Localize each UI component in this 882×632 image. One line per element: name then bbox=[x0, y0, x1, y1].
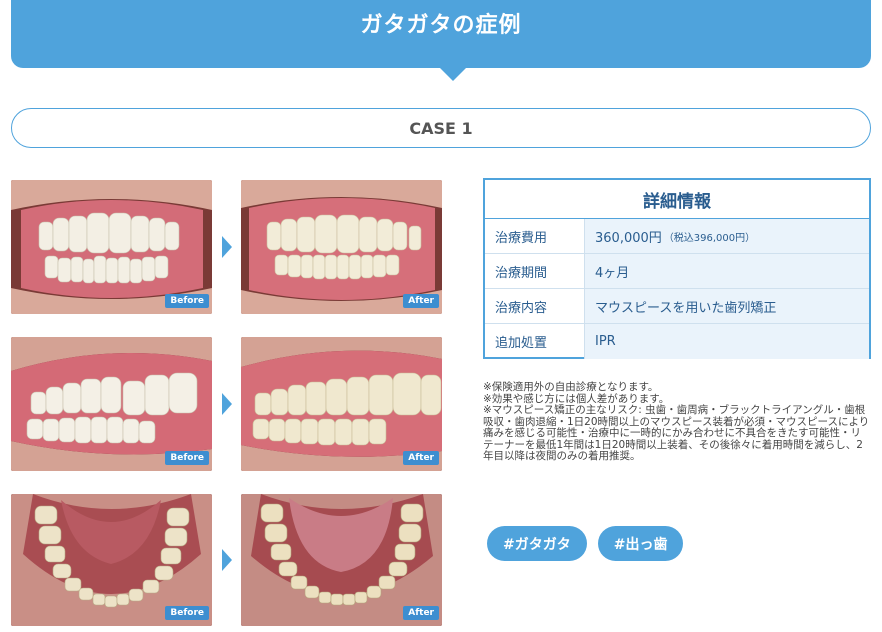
details-row-additional: 追加処置 IPR bbox=[485, 324, 869, 359]
section-title: ガタガタの症例 bbox=[360, 13, 522, 38]
disclaimer-notes: ※保険適用外の自由診療となります。 ※効果や感じ方には個人差があります。 ※マウ… bbox=[483, 381, 871, 463]
details-value: マウスピースを用いた歯列矯正 bbox=[585, 289, 869, 323]
arrow-right-icon bbox=[222, 236, 232, 258]
hashtag-gatagata[interactable]: #ガタガタ bbox=[487, 526, 587, 561]
details-value: IPR bbox=[585, 324, 869, 359]
details-title: 詳細情報 bbox=[485, 180, 869, 219]
after-badge: After bbox=[403, 294, 439, 308]
details-value: 360,000円 （税込396,000円） bbox=[585, 219, 869, 253]
details-key: 追加処置 bbox=[485, 324, 585, 359]
note-line: ※保険適用外の自由診療となります。 bbox=[483, 381, 659, 393]
details-row-content: 治療内容 マウスピースを用いた歯列矯正 bbox=[485, 289, 869, 324]
before-badge: Before bbox=[165, 294, 209, 308]
before-badge: Before bbox=[165, 451, 209, 465]
after-photo-side: After bbox=[241, 337, 442, 471]
after-badge: After bbox=[403, 451, 439, 465]
before-photo-front: Before bbox=[11, 180, 212, 314]
arrow-right-icon bbox=[222, 549, 232, 571]
details-key: 治療内容 bbox=[485, 289, 585, 323]
after-photo-front: After bbox=[241, 180, 442, 314]
details-key: 治療費用 bbox=[485, 219, 585, 253]
before-badge: Before bbox=[165, 606, 209, 620]
details-row-cost: 治療費用 360,000円 （税込396,000円） bbox=[485, 219, 869, 254]
case-label-pill: CASE 1 bbox=[11, 108, 871, 148]
details-row-period: 治療期間 4ヶ月 bbox=[485, 254, 869, 289]
before-photo-side: Before bbox=[11, 337, 212, 471]
after-photo-lower-arch: After bbox=[241, 494, 442, 626]
arrow-right-icon bbox=[222, 393, 232, 415]
after-badge: After bbox=[403, 606, 439, 620]
hashtag-list: #ガタガタ #出っ歯 bbox=[487, 526, 684, 561]
before-photo-lower-arch: Before bbox=[11, 494, 212, 626]
case-label: CASE 1 bbox=[409, 118, 473, 138]
banner-pointer-arrow bbox=[439, 67, 467, 81]
section-header-banner: ガタガタの症例 bbox=[11, 0, 871, 81]
details-value: 4ヶ月 bbox=[585, 254, 869, 288]
details-table: 詳細情報 治療費用 360,000円 （税込396,000円） 治療期間 4ヶ月… bbox=[483, 178, 871, 359]
cost-value: 360,000円 bbox=[595, 230, 662, 246]
cost-tax-note: （税込396,000円） bbox=[663, 232, 756, 244]
hashtag-deppa[interactable]: #出っ歯 bbox=[597, 526, 684, 561]
details-key: 治療期間 bbox=[485, 254, 585, 288]
note-line: ※マウスピース矯正の主なリスク: 虫歯・歯周病・ブラックトライアングル・歯根吸収… bbox=[483, 404, 870, 462]
